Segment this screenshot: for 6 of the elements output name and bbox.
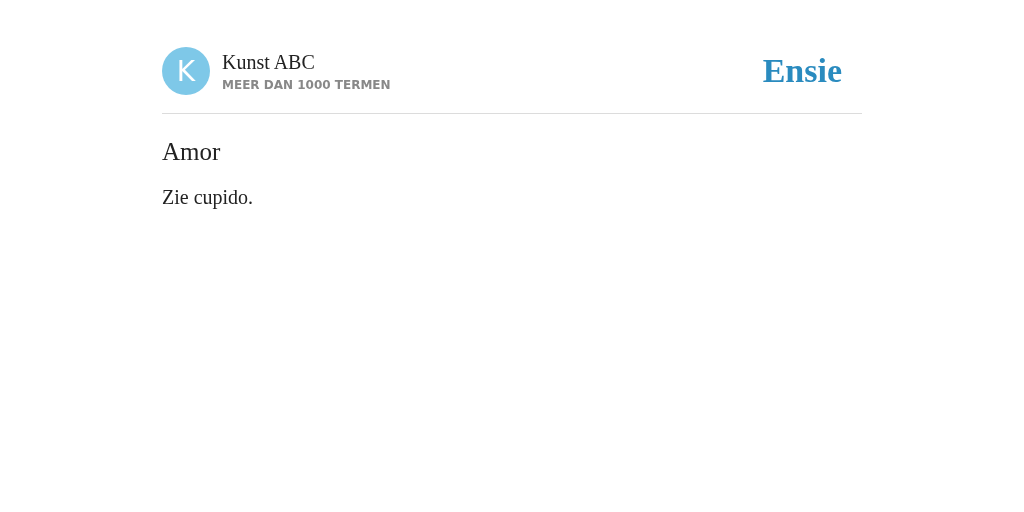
definition-text: Zie cupido. xyxy=(162,186,255,209)
site-subtitle: MEER DAN 1000 TERMEN xyxy=(222,78,392,92)
avatar: K xyxy=(162,47,210,95)
term-heading: Amor xyxy=(162,138,222,166)
logo-link[interactable]: Ensie xyxy=(762,52,842,90)
site-title: Kunst ABC xyxy=(222,50,316,74)
